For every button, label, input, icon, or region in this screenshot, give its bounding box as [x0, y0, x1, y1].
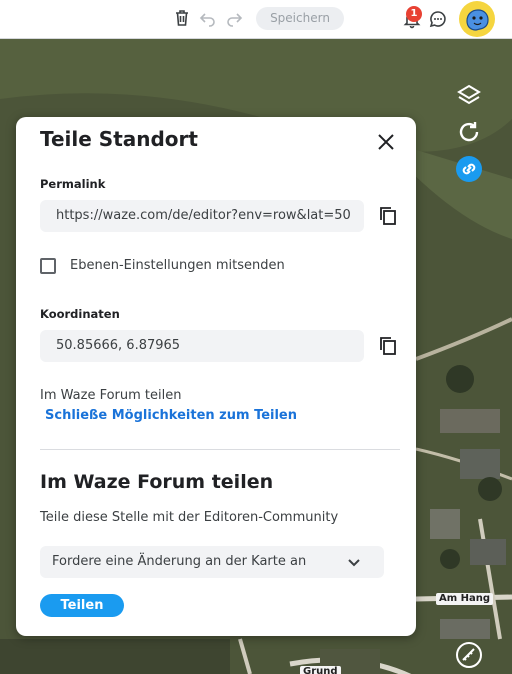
chat-icon[interactable] — [428, 9, 448, 29]
save-button[interactable]: Speichern — [256, 7, 344, 30]
road-label-grund: Grund — [300, 666, 341, 674]
copy-icon[interactable] — [377, 335, 399, 357]
top-toolbar: Speichern 1 — [0, 0, 512, 39]
dialog-title: Teile Standort — [40, 127, 198, 151]
forum-section-title: Im Waze Forum teilen — [40, 471, 274, 493]
share-button[interactable]: Teilen — [40, 594, 124, 617]
permalink-label: Permalink — [40, 177, 106, 191]
close-share-options-link[interactable]: Schließe Möglichkeiten zum Teilen — [45, 408, 297, 423]
road-label-am-hang: Am Hang — [436, 593, 494, 605]
close-icon[interactable] — [375, 131, 397, 153]
notification-count-badge: 1 — [406, 6, 422, 22]
waze-avatar-icon — [466, 9, 489, 31]
avatar[interactable] — [459, 1, 495, 37]
coordinates-label: Koordinaten — [40, 307, 120, 321]
undo-icon[interactable] — [198, 8, 218, 28]
divider — [40, 449, 400, 450]
forum-share-label: Im Waze Forum teilen — [40, 388, 182, 403]
coordinates-field[interactable]: 50.85666, 6.87965 — [40, 330, 364, 362]
permalink-field[interactable]: https://waze.com/de/editor?env=row&lat=5… — [40, 200, 364, 232]
layers-icon[interactable] — [455, 82, 483, 110]
refresh-icon[interactable] — [455, 118, 483, 146]
layers-settings-checkbox[interactable] — [40, 258, 56, 274]
trash-icon[interactable] — [172, 8, 192, 28]
request-type-select[interactable]: Fordere eine Änderung an der Karte an — [40, 546, 384, 578]
layers-settings-label: Ebenen-Einstellungen mitsenden — [70, 258, 285, 273]
forum-section-description: Teile diese Stelle mit der Editoren-Comm… — [40, 510, 339, 525]
ruler-icon[interactable] — [455, 641, 483, 669]
link-icon[interactable] — [455, 155, 483, 183]
redo-icon[interactable] — [224, 8, 244, 28]
copy-icon[interactable] — [377, 205, 399, 227]
chevron-down-icon — [348, 559, 360, 567]
share-location-dialog: Teile Standort Permalink https://waze.co… — [16, 117, 416, 636]
request-type-selected-value: Fordere eine Änderung an der Karte an — [52, 554, 307, 569]
